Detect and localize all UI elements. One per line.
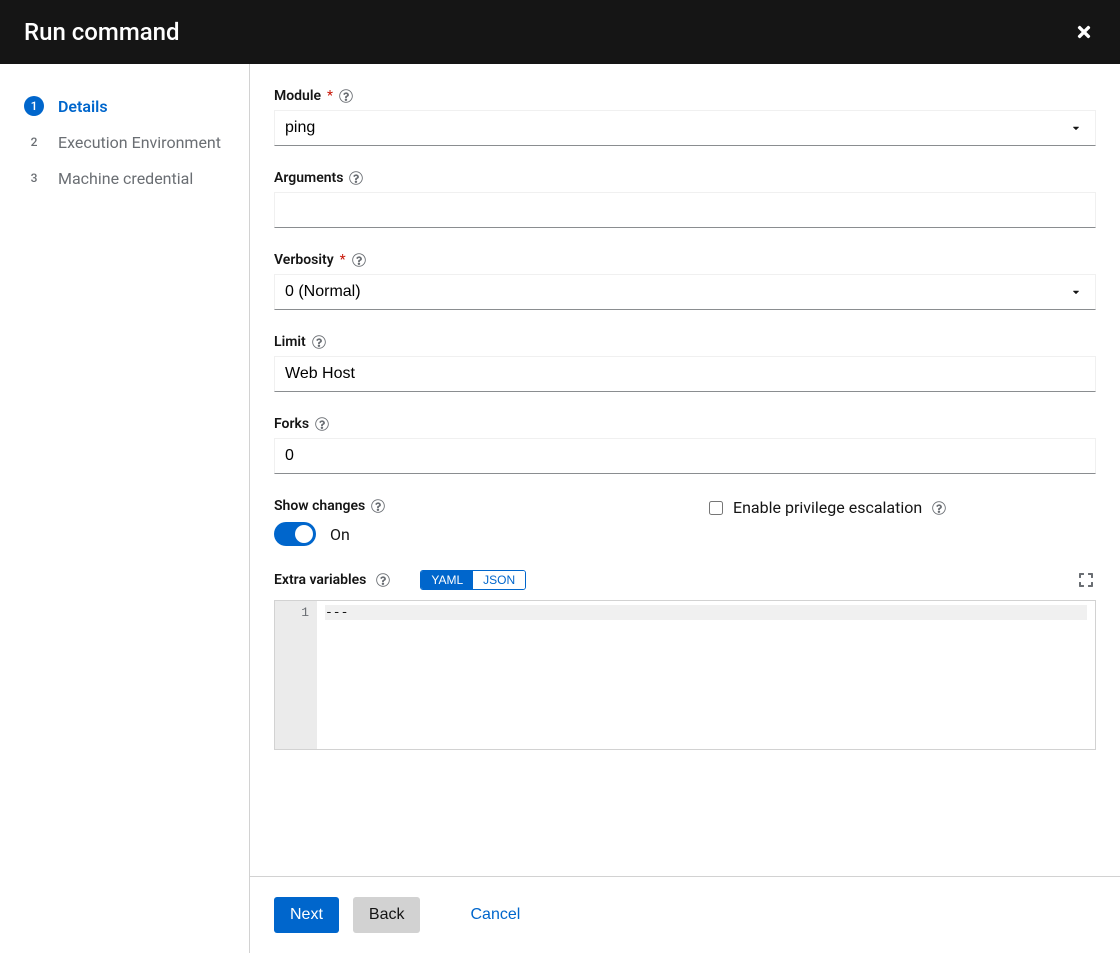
cancel-button[interactable]: Cancel [454, 897, 536, 933]
step-details[interactable]: 1 Details [24, 88, 233, 124]
json-format-button[interactable]: JSON [473, 571, 525, 589]
module-select[interactable] [274, 110, 1096, 146]
help-icon[interactable] [371, 499, 385, 513]
arguments-input[interactable] [274, 192, 1096, 228]
module-label: Module [274, 88, 321, 104]
step-number: 1 [24, 96, 44, 116]
modal-header: Run command [0, 0, 1120, 64]
close-icon [1075, 23, 1093, 41]
editor-body: --- [317, 601, 1095, 749]
next-button[interactable]: Next [274, 897, 339, 933]
forks-input[interactable] [274, 438, 1096, 474]
limit-label: Limit [274, 334, 306, 350]
code-line: --- [325, 605, 1087, 620]
toggle-state-text: On [330, 525, 350, 544]
module-dropdown-toggle[interactable] [1064, 116, 1088, 140]
help-icon[interactable] [352, 253, 366, 267]
back-button[interactable]: Back [353, 897, 421, 933]
help-icon[interactable] [932, 501, 946, 515]
show-changes-toggle[interactable] [274, 522, 316, 546]
help-icon[interactable] [376, 573, 390, 587]
modal-title: Run command [24, 18, 180, 46]
caret-down-icon [1071, 287, 1081, 297]
field-extra-variables: Extra variables YAML JSON 1 [274, 570, 1096, 750]
field-module: Module * [274, 88, 1096, 146]
field-privilege-escalation: Enable privilege escalation [709, 498, 1096, 546]
yaml-format-button[interactable]: YAML [421, 571, 473, 589]
forks-label: Forks [274, 416, 309, 432]
editor-gutter: 1 [275, 601, 317, 749]
step-execution-environment[interactable]: 2 Execution Environment [24, 124, 233, 160]
show-changes-label: Show changes [274, 498, 365, 514]
wizard-sidebar: 1 Details 2 Execution Environment 3 Mach… [0, 64, 250, 953]
limit-input[interactable] [274, 356, 1096, 392]
required-indicator: * [327, 88, 333, 104]
help-icon[interactable] [349, 171, 363, 185]
extra-vars-editor[interactable]: 1 --- [274, 600, 1096, 750]
verbosity-label: Verbosity [274, 252, 334, 268]
caret-down-icon [1071, 123, 1081, 133]
wizard-footer: Next Back Cancel [250, 876, 1120, 953]
field-forks: Forks [274, 416, 1096, 474]
verbosity-dropdown-toggle[interactable] [1064, 280, 1088, 304]
line-number: 1 [279, 605, 309, 620]
help-icon[interactable] [312, 335, 326, 349]
field-limit: Limit [274, 334, 1096, 392]
expand-editor-button[interactable] [1076, 570, 1096, 590]
field-show-changes: Show changes On [274, 498, 661, 546]
help-icon[interactable] [315, 417, 329, 431]
field-arguments: Arguments [274, 170, 1096, 228]
close-button[interactable] [1072, 20, 1096, 44]
field-verbosity: Verbosity * [274, 252, 1096, 310]
arguments-label: Arguments [274, 170, 343, 186]
required-indicator: * [340, 252, 346, 268]
switch-knob [295, 525, 313, 543]
step-label: Details [58, 97, 108, 116]
help-icon[interactable] [339, 89, 353, 103]
extra-vars-label: Extra variables [274, 572, 366, 588]
expand-icon [1078, 572, 1094, 588]
step-number: 2 [24, 132, 44, 152]
format-toggle-group: YAML JSON [420, 570, 526, 590]
step-label: Machine credential [58, 169, 193, 188]
step-number: 3 [24, 168, 44, 188]
step-label: Execution Environment [58, 133, 221, 152]
privilege-label: Enable privilege escalation [733, 498, 922, 517]
step-machine-credential[interactable]: 3 Machine credential [24, 160, 233, 196]
privilege-checkbox[interactable] [709, 501, 723, 515]
verbosity-select[interactable] [274, 274, 1096, 310]
form-area: Module * Arguments [250, 64, 1120, 876]
